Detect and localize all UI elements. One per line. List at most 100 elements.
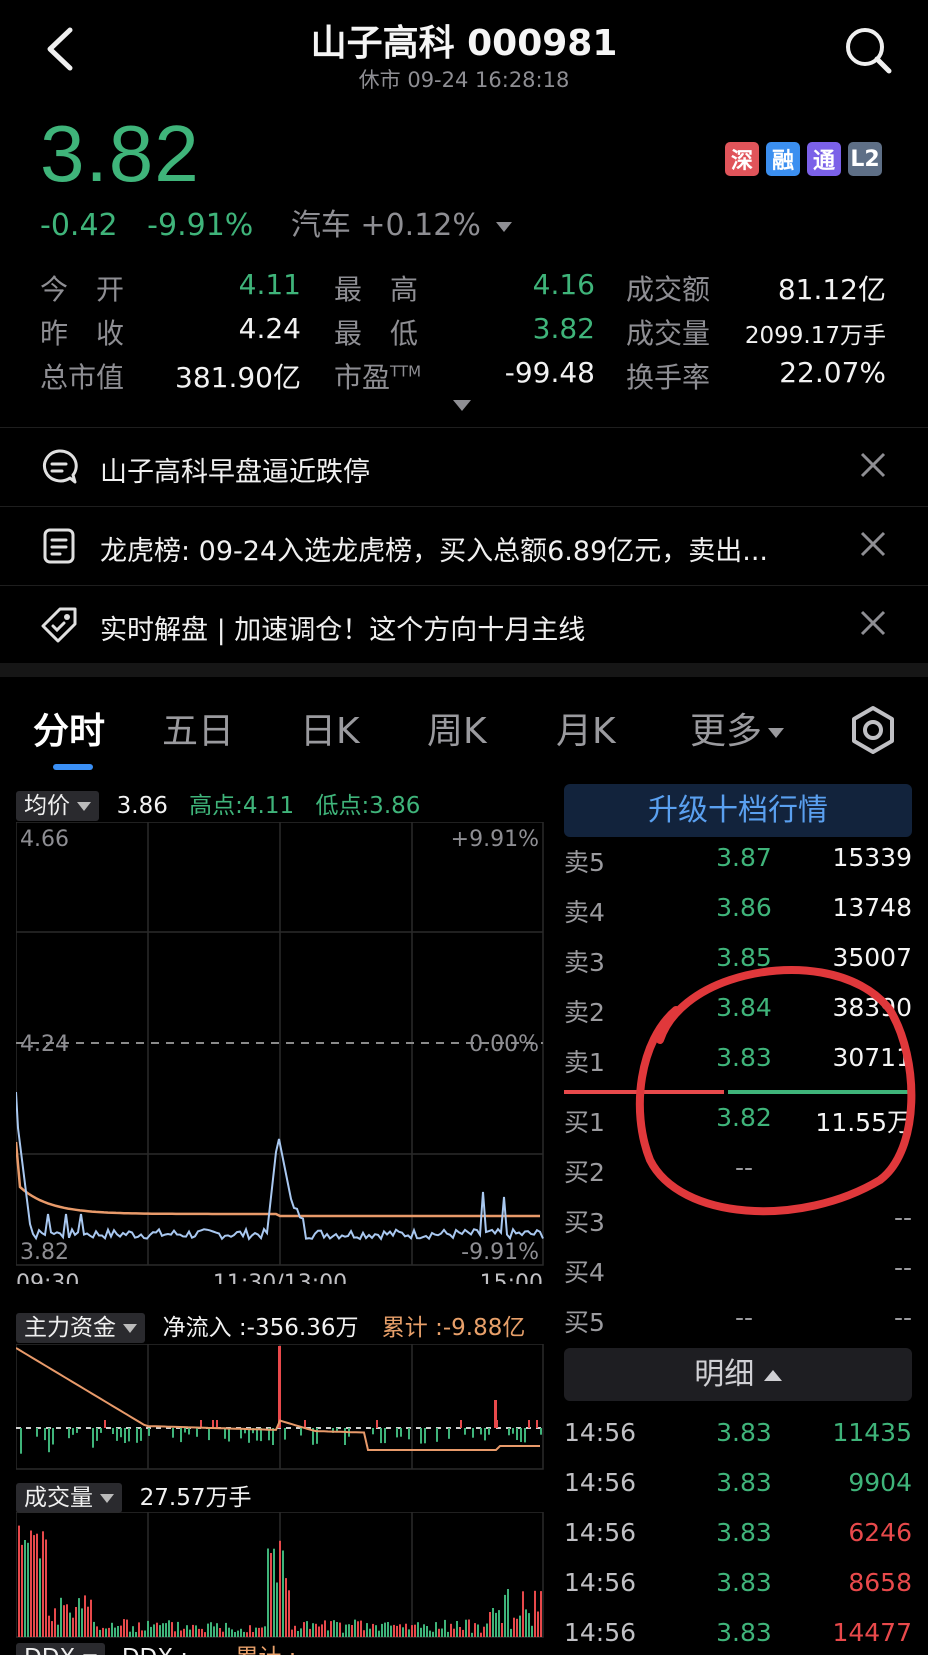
close-icon[interactable] (858, 450, 888, 480)
volume-bar (321, 1624, 323, 1637)
sector-dropdown-icon[interactable] (496, 221, 513, 232)
volume-bar (339, 1622, 341, 1637)
volume-bar (186, 1625, 188, 1637)
chevron-down-icon (123, 1324, 138, 1333)
chevron-up-icon (763, 1370, 782, 1381)
pe-label: 市盈TTM (334, 361, 422, 394)
market-cap-value: 381.90亿 (175, 361, 301, 394)
trade-time: 14:56 (564, 1618, 637, 1647)
trade-time: 14:56 (564, 1568, 637, 1597)
volume-bar (285, 1578, 287, 1637)
volume-bar (279, 1540, 281, 1637)
trade-row: 14:56 3.83 6246 (564, 1518, 912, 1558)
y-axis-bottom-pct: -9.91% (461, 1240, 539, 1265)
volume-bar (507, 1589, 509, 1637)
settings-icon[interactable] (848, 705, 898, 755)
news-item[interactable]: 龙虎榜: 09-24入选龙虎榜，买入总额6.89亿元，卖出... (0, 506, 928, 584)
tab-intraday[interactable]: 分时 (33, 702, 105, 754)
news-item[interactable]: 实时解盘 | 加速调仓！这个方向十月主线 (0, 585, 928, 663)
volume-bar (399, 1624, 401, 1637)
y-axis-mid-pct: 0.00% (469, 1032, 539, 1057)
news-item[interactable]: 山子高科早盘逼近跌停 (0, 427, 928, 505)
shenzhen-badge[interactable]: 深 (725, 142, 759, 176)
fund-flow-bar (424, 1428, 426, 1444)
header: 山子高科 000981 休市 09-24 16:28:18 (0, 0, 928, 110)
volume-bar (513, 1617, 515, 1637)
ddx-selector[interactable]: DDX (16, 1643, 105, 1655)
volume-bar (105, 1628, 107, 1637)
volume-bar (177, 1621, 179, 1637)
trade-price: 3.83 (716, 1418, 772, 1447)
volume-bar (441, 1628, 443, 1637)
volume-bar (519, 1615, 521, 1637)
volume-bar (126, 1619, 128, 1637)
level2-badge[interactable]: L2 (848, 142, 882, 176)
volume-bar (438, 1628, 440, 1637)
y-axis-top: 4.66 (20, 827, 69, 852)
low-value: 3.82 (532, 312, 595, 345)
close-icon[interactable] (858, 608, 888, 638)
search-icon[interactable] (842, 24, 894, 76)
volume-bar (141, 1630, 143, 1637)
volume-bar (240, 1628, 242, 1637)
margin-badge[interactable]: 融 (766, 142, 800, 176)
volume-bar (363, 1630, 365, 1637)
expand-stats-icon[interactable] (453, 400, 471, 411)
avg-price-selector[interactable]: 均价 (16, 791, 100, 821)
volume-bar (180, 1630, 182, 1637)
tab-five-day[interactable]: 五日 (162, 702, 234, 754)
sector-change[interactable]: 汽车 +0.12% (291, 208, 481, 243)
change-row: -0.42 -9.91% 汽车 +0.12% (40, 200, 513, 244)
volume-bar (333, 1620, 335, 1637)
trade-price: 3.83 (716, 1518, 772, 1547)
fund-flow-bar (408, 1428, 410, 1440)
chevron-down-icon (768, 728, 785, 738)
fund-flow-bar (384, 1428, 386, 1444)
volume-bar (462, 1629, 464, 1637)
volume-bar (129, 1631, 131, 1637)
trade-volume: 8658 (848, 1568, 912, 1597)
fund-flow-bar (540, 1428, 542, 1435)
close-icon[interactable] (858, 529, 888, 559)
fund-flow-bar (396, 1428, 398, 1438)
volume-bar (447, 1631, 449, 1637)
order-level-label: 买3 (564, 1208, 605, 1237)
pe-value: -99.48 (504, 356, 595, 389)
tab-weekly-k[interactable]: 周K (427, 702, 487, 754)
upgrade-orderbook-button[interactable]: 升级十档行情 (564, 784, 912, 837)
volume-bar (348, 1624, 350, 1637)
volume-bar (510, 1628, 512, 1637)
volume-bar (174, 1631, 176, 1637)
high-point: 高点:4.11 (189, 793, 295, 819)
detail-toggle-button[interactable]: 明细 (564, 1348, 912, 1401)
fund-flow-bar (76, 1428, 78, 1433)
fund-flow-bar (96, 1428, 98, 1441)
intraday-chart[interactable]: 4.66 +9.91% 4.24 0.00% 3.82 -9.91% 09:30… (16, 822, 544, 1284)
trade-volume: 11435 (832, 1418, 912, 1447)
connect-badge[interactable]: 通 (807, 142, 841, 176)
market-status: 休市 09-24 16:28:18 (358, 68, 570, 92)
volume-chart (16, 1512, 544, 1638)
fund-flow-bar (92, 1428, 94, 1448)
chevron-down-icon (77, 802, 92, 811)
fund-flow-bar (400, 1428, 402, 1437)
volume-bar (18, 1525, 20, 1637)
tab-more[interactable]: 更多 (690, 702, 785, 754)
volume-bar (498, 1610, 500, 1637)
volume-bar (45, 1539, 47, 1637)
volume-bar (369, 1628, 371, 1637)
volume-bar (24, 1540, 26, 1637)
volume-bar (261, 1627, 263, 1637)
amount-label: 成交额 (626, 273, 711, 306)
volume-bar (300, 1628, 302, 1637)
volume-bar (135, 1632, 137, 1637)
volume-selector[interactable]: 成交量 (16, 1483, 123, 1513)
tab-daily-k[interactable]: 日K (300, 702, 360, 754)
volume-bar (288, 1590, 290, 1637)
volume-bar (42, 1531, 44, 1637)
fund-flow-selector[interactable]: 主力资金 (16, 1313, 146, 1343)
y-axis-bottom: 3.82 (20, 1240, 69, 1265)
trade-row: 14:56 3.83 11435 (564, 1418, 912, 1458)
volume-bar (84, 1595, 86, 1637)
tab-monthly-k[interactable]: 月K (556, 702, 616, 754)
